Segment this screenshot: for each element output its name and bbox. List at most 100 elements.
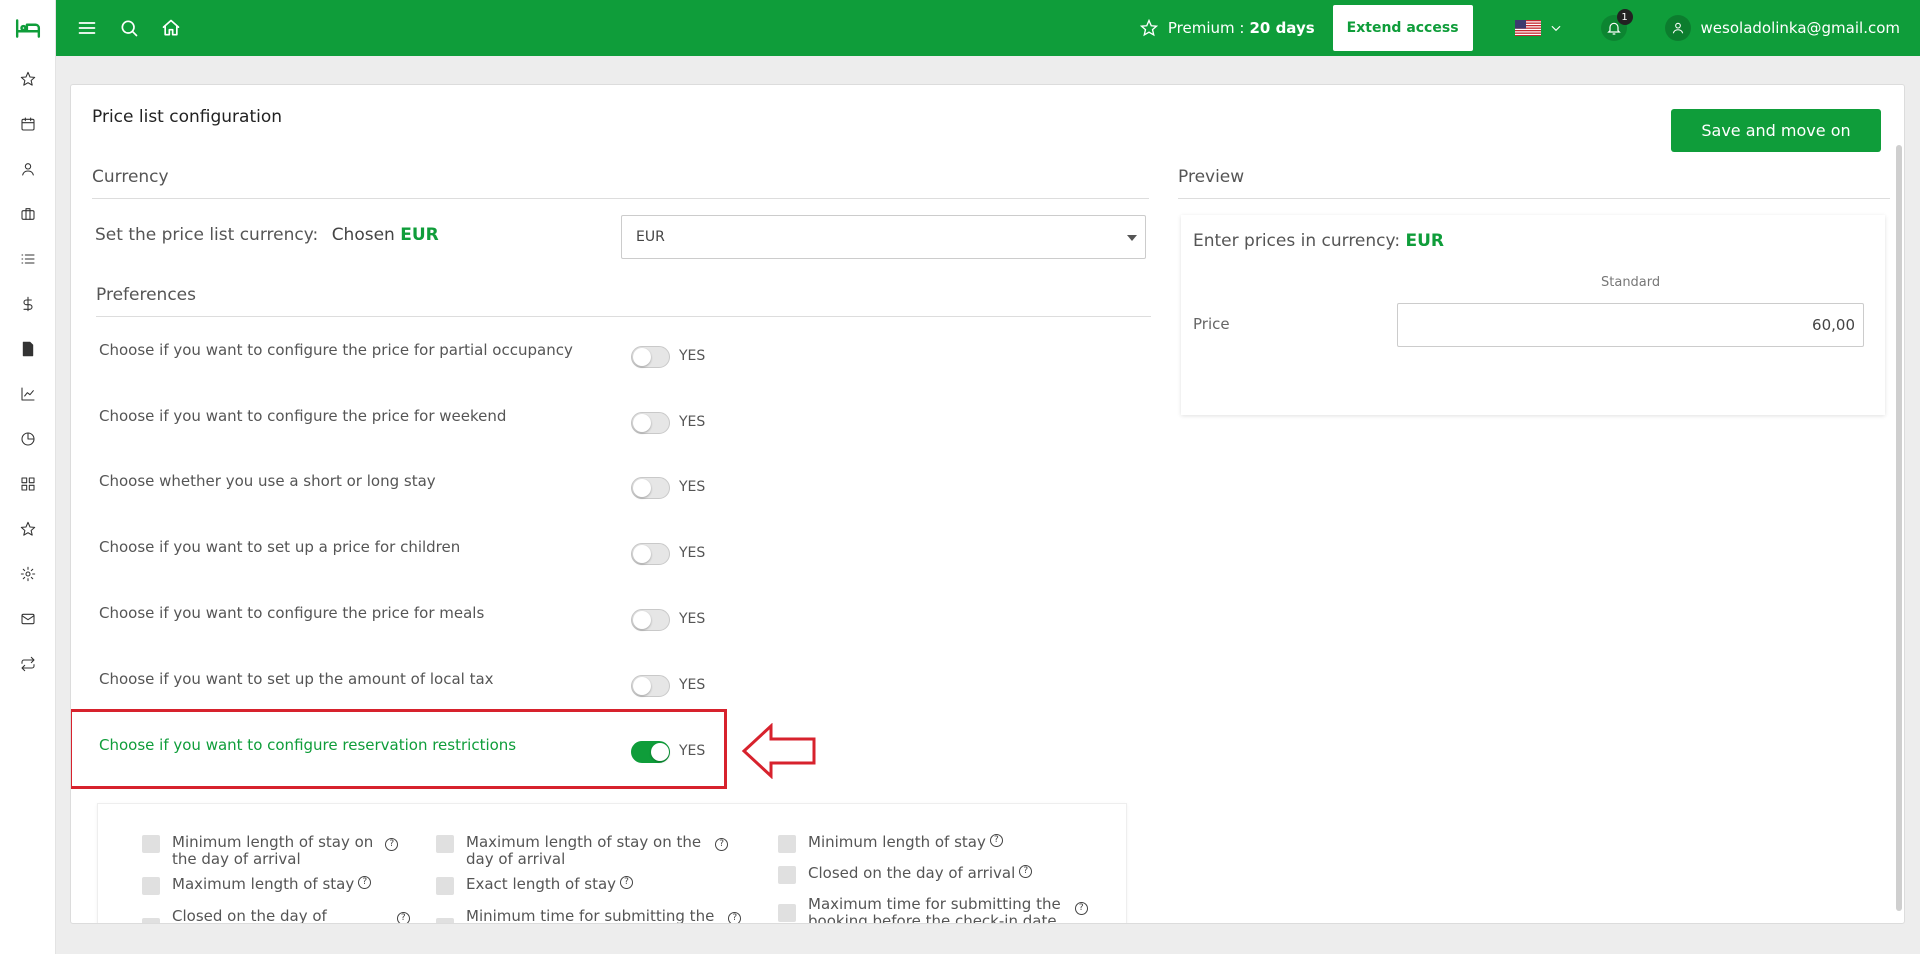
help-icon[interactable]: ?	[715, 838, 729, 851]
page-title: Price list configuration	[92, 107, 283, 127]
home-icon[interactable]	[160, 17, 182, 39]
save-and-move-on-button[interactable]: Save and move on	[1671, 109, 1881, 152]
invoice-icon[interactable]	[0, 326, 55, 371]
sidebar	[0, 0, 56, 954]
dollar-icon[interactable]	[0, 281, 55, 326]
checkbox[interactable]	[142, 877, 160, 895]
premium-status: Premium : 20 days	[1139, 19, 1315, 37]
yes-label: YES	[679, 348, 706, 364]
checkbox[interactable]	[142, 835, 160, 853]
menu-icon[interactable]	[76, 17, 98, 39]
pref-row-children: Choose if you want to set up a price for…	[99, 538, 719, 568]
user-email: wesoladolinka@gmail.com	[1700, 19, 1900, 37]
pref-row-stay-length: Choose whether you use a short or long s…	[99, 472, 719, 502]
restriction-closed-arrival: Closed on the day of arrival ?	[778, 864, 1033, 884]
help-icon[interactable]: ?	[1019, 865, 1033, 878]
restriction-exact-stay: Exact length of stay ?	[436, 876, 634, 895]
partial-occupancy-toggle[interactable]	[631, 346, 670, 368]
help-icon[interactable]: ?	[396, 912, 410, 923]
pref-row-weekend: Choose if you want to configure the pric…	[99, 407, 719, 437]
help-icon[interactable]: ?	[1074, 902, 1088, 915]
grid-icon[interactable]	[0, 461, 55, 506]
us-flag-icon[interactable]	[1514, 20, 1541, 36]
price-list-card: Price list configuration Save and move o…	[70, 84, 1905, 924]
gear-icon[interactable]	[0, 551, 55, 596]
restriction-label: Closed on the day of arrival	[808, 864, 1016, 882]
restriction-min-time-before: Minimum time for submitting the ?	[436, 907, 742, 924]
bed-icon[interactable]	[0, 0, 55, 56]
premium-label: Premium :	[1167, 19, 1245, 37]
left-arrow-icon	[741, 723, 816, 779]
yes-label: YES	[679, 677, 706, 693]
divider	[92, 198, 1149, 199]
meals-toggle[interactable]	[631, 609, 670, 631]
checkbox[interactable]	[436, 835, 454, 853]
restriction-label: booking before the check-in date	[808, 912, 1057, 924]
local-tax-toggle[interactable]	[631, 675, 670, 697]
currency-label: Set the price list currency: Chosen EUR	[95, 225, 439, 245]
restriction-min-stay-arrival: Minimum length of stay on the day of arri…	[142, 833, 399, 868]
star-icon[interactable]	[0, 56, 55, 101]
list-icon[interactable]	[0, 236, 55, 281]
chosen-text: Chosen	[331, 225, 395, 245]
mail-icon[interactable]	[0, 596, 55, 641]
checkbox[interactable]	[142, 918, 160, 923]
currency-select[interactable]: EUR	[621, 215, 1146, 259]
restriction-label: Maximum length of stay	[172, 875, 355, 893]
notifications-button[interactable]: 1	[1600, 9, 1633, 41]
divider	[96, 316, 1151, 317]
restriction-label: Minimum length of stay on	[172, 833, 374, 851]
children-price-toggle[interactable]	[631, 543, 670, 565]
weekend-toggle[interactable]	[631, 412, 670, 434]
checkbox[interactable]	[778, 866, 796, 884]
pref-label: Choose if you want to configure the pric…	[99, 407, 507, 425]
restriction-label: Maximum time for submitting the	[808, 895, 1061, 913]
pref-label: Choose if you want to set up the amount …	[99, 670, 494, 688]
pie-chart-icon[interactable]	[0, 416, 55, 461]
pref-label: Choose if you want to configure the pric…	[99, 604, 485, 622]
extend-access-button[interactable]: Extend access	[1332, 5, 1473, 51]
calendar-icon[interactable]	[0, 101, 55, 146]
checkbox[interactable]	[436, 918, 454, 923]
chart-line-icon[interactable]	[0, 371, 55, 416]
restriction-max-time-before: Maximum time for submitting the booking b…	[778, 895, 1088, 924]
checkbox[interactable]	[436, 877, 454, 895]
premium-days: 20 days	[1249, 19, 1315, 37]
chosen-currency-code: EUR	[400, 225, 439, 245]
help-icon[interactable]: ?	[728, 912, 742, 923]
caret-down-icon	[1127, 235, 1137, 241]
user-icon[interactable]	[0, 146, 55, 191]
yes-label: YES	[679, 545, 706, 561]
sync-icon[interactable]	[0, 641, 55, 686]
chevron-down-icon[interactable]	[1549, 21, 1563, 35]
stay-length-toggle[interactable]	[631, 477, 670, 499]
restrictions-panel: Minimum length of stay on the day of arri…	[97, 803, 1127, 924]
yes-label: YES	[679, 611, 706, 627]
restriction-label: Minimum length of stay	[808, 833, 986, 851]
scrollbar[interactable]	[1896, 145, 1902, 911]
help-icon[interactable]: ?	[385, 838, 399, 851]
help-icon[interactable]: ?	[620, 876, 634, 889]
star-icon[interactable]	[0, 506, 55, 551]
briefcase-icon[interactable]	[0, 191, 55, 236]
preview-currency-code: EUR	[1405, 231, 1444, 251]
help-icon[interactable]: ?	[358, 876, 372, 889]
price-row-label: Price	[1193, 315, 1230, 333]
preview-title: Enter prices in currency: EUR	[1193, 231, 1444, 251]
checkbox[interactable]	[778, 835, 796, 853]
search-icon[interactable]	[118, 17, 140, 39]
price-input[interactable]: 60,00	[1397, 303, 1864, 347]
yes-label: YES	[679, 414, 706, 430]
restriction-label: the day of arrival	[172, 850, 301, 868]
set-currency-text: Set the price list currency:	[95, 225, 319, 245]
preview-panel: Enter prices in currency: EUR Standard P…	[1181, 215, 1885, 415]
star-icon	[1139, 19, 1158, 37]
user-menu[interactable]: wesoladolinka@gmail.com	[1664, 15, 1900, 41]
restriction-label: Minimum time for submitting the	[466, 907, 715, 924]
help-icon[interactable]: ?	[989, 834, 1003, 847]
pref-row-local-tax: Choose if you want to set up the amount …	[99, 670, 719, 700]
checkbox[interactable]	[778, 904, 796, 922]
restriction-closed-departure: Closed on the day of ?	[142, 908, 410, 923]
pref-label: Choose if you want to configure the pric…	[99, 341, 573, 359]
pref-label: Choose whether you use a short or long s…	[99, 472, 436, 490]
